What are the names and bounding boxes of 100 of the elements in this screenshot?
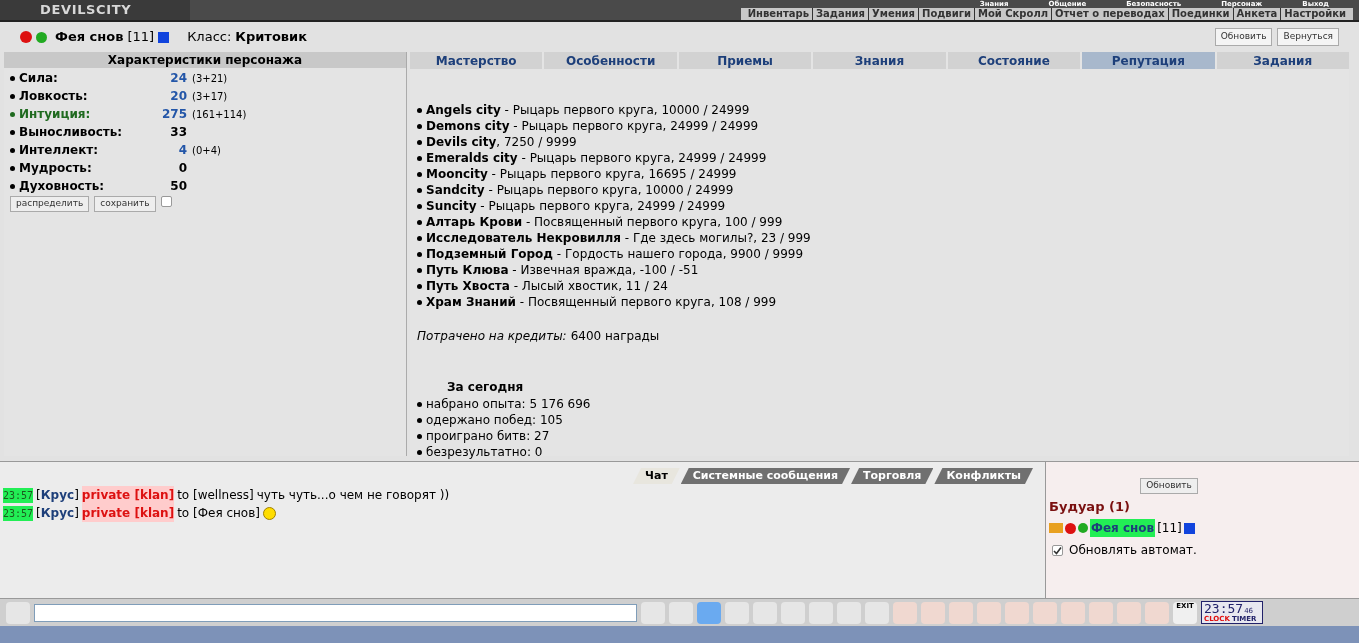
recipient: to [Фея снов] <box>177 505 260 522</box>
stat-line: набрано опыта: 5 176 696 <box>426 396 591 412</box>
tab[interactable]: Приемы <box>678 52 812 69</box>
recipient: to [wellness] <box>177 487 254 504</box>
panel-button[interactable]: распределить <box>10 196 90 212</box>
reputation-entry: Demons city - Рыцарь первого круга, 24999 / 24999 <box>426 118 759 134</box>
menu-link[interactable]: Умения <box>868 8 919 20</box>
tab[interactable]: Репутация <box>1082 52 1215 69</box>
stat-value: 4 <box>177 142 187 159</box>
reputation-entry: Путь Хвоста - Лысый хвостик, 11 / 24 <box>426 278 668 294</box>
checkbox[interactable] <box>1052 544 1063 556</box>
panel-button[interactable]: сохранить <box>94 196 156 212</box>
reputation-entry: Храм Знаний - Посвященный первого круга, 108 / 999 <box>426 294 777 310</box>
stat-value: 50 <box>169 178 187 195</box>
channel-label: private [klan] <box>81 486 175 504</box>
top-button[interactable]: Вернуться <box>1277 28 1339 46</box>
stat-bonus: (0+4) <box>192 143 221 158</box>
bullet-icon <box>10 183 15 189</box>
menu-link[interactable]: Подвиги <box>918 8 974 20</box>
stat-line: безрезультатно: 0 <box>426 444 543 460</box>
player-level: [11] <box>1157 520 1182 537</box>
character-name: Фея снов <box>55 28 124 47</box>
clock-time: 23:57 <box>1204 602 1244 615</box>
timestamp: 23:57 <box>3 487 34 503</box>
menu-link[interactable]: Анкета <box>1232 8 1281 20</box>
panel-title: Характеристики персонажа <box>4 52 406 68</box>
stat-label: Духовность: <box>19 178 106 195</box>
bullet-icon <box>417 139 422 145</box>
reputation-entry: Sandcity - Рыцарь первого круга, 10000 / 24999 <box>426 182 734 198</box>
menu-link[interactable]: Задания <box>812 8 869 20</box>
bullet-icon <box>417 449 422 455</box>
stat-value: 24 <box>169 70 187 87</box>
top-button[interactable]: Обновить <box>1214 28 1273 46</box>
bullet-icon <box>417 251 422 257</box>
bullet-icon <box>417 187 422 193</box>
bullet-icon <box>10 111 15 117</box>
bullet-icon <box>10 129 15 135</box>
chat-tab[interactable]: Конфликты <box>934 468 1033 484</box>
player-name[interactable]: Фея снов <box>1090 519 1156 537</box>
reputation-entry: Suncity - Рыцарь первого круга, 24999 / 24999 <box>426 198 726 214</box>
bullet-icon <box>417 123 422 129</box>
chat-input[interactable] <box>34 603 637 622</box>
menu-link[interactable]: Мой Скролл <box>973 8 1052 20</box>
reputation-entry: Devils city, 7250 / 9999 <box>426 134 577 150</box>
room-title: Будуар (1) <box>1049 497 1131 516</box>
bullet-icon <box>417 203 422 209</box>
menu-link[interactable]: Отчет о переводах <box>1051 8 1168 20</box>
bullet-icon <box>417 107 422 113</box>
menu-link[interactable]: Поединки <box>1167 8 1233 20</box>
section-title: За сегодня <box>446 379 525 396</box>
bullet-icon <box>417 299 422 305</box>
chat-message: чуть чуть...о чем не говорят )) <box>256 487 450 504</box>
bullet-icon <box>417 219 422 225</box>
reputation-entry: Angels city - Рыцарь первого круга, 10000 / 24999 <box>426 102 750 118</box>
stat-label: Мудрость: <box>19 160 93 177</box>
chat-tab[interactable]: Торговля <box>851 468 934 484</box>
logo: DEVILSCITY <box>0 0 190 20</box>
chat-tab[interactable]: Системные сообщения <box>680 468 851 484</box>
sender-name[interactable]: [Крус] <box>36 504 79 522</box>
stat-value: 20 <box>169 88 187 105</box>
tab[interactable]: Мастерство <box>410 52 543 69</box>
bullet-icon <box>417 417 422 423</box>
bullet-icon <box>10 93 15 99</box>
stat-bonus: (3+21) <box>192 71 228 86</box>
stat-label: Интеллект: <box>19 142 100 159</box>
menu-link[interactable]: Инвентарь <box>744 8 812 20</box>
checkbox-label: Обновлять автомат. <box>1069 542 1197 559</box>
tab[interactable]: Знания <box>813 52 946 69</box>
channel-label: private [klan] <box>81 504 175 522</box>
stat-bonus: (3+17) <box>192 89 228 104</box>
stat-line: одержано побед: 105 <box>426 412 563 428</box>
bullet-icon <box>10 165 15 171</box>
stat-label: Выносливость: <box>19 124 124 141</box>
stat-label: Интуиция: <box>19 106 92 123</box>
bullet-icon <box>417 267 422 273</box>
timestamp: 23:57 <box>3 505 34 521</box>
refresh-button[interactable]: Обновить <box>1140 478 1198 494</box>
stat-value: 33 <box>169 124 187 141</box>
tab[interactable]: Особенности <box>544 52 677 69</box>
reputation-entry: Подземный Город - Гордость нашего города, 9900 / 9999 <box>426 246 804 262</box>
bullet-icon <box>417 283 422 289</box>
tab[interactable]: Состояние <box>947 52 1081 69</box>
reputation-entry: Исследователь Некровилля - Где здесь могилы?, 23 / 999 <box>426 230 811 246</box>
credits-value: 6400 награды <box>570 328 660 345</box>
stat-label: Ловкость: <box>19 88 89 105</box>
bullet-icon <box>10 147 15 153</box>
bullet-icon <box>417 401 422 407</box>
character-level: [11] <box>127 28 155 47</box>
stat-label: Сила: <box>19 70 59 87</box>
tab[interactable]: Задания <box>1216 52 1349 69</box>
stat-bonus: (161+114) <box>192 107 247 122</box>
sender-name[interactable]: [Крус] <box>36 486 79 504</box>
chat-tab[interactable]: Чат <box>633 468 680 484</box>
reputation-entry: Emeralds city - Рыцарь первого круга, 24999 / 24999 <box>426 150 767 166</box>
class-label: Класс: <box>187 28 232 47</box>
bullet-icon <box>10 75 15 81</box>
reputation-entry: Путь Клюва - Извечная вражда, -100 / -51 <box>426 262 699 278</box>
checkbox[interactable] <box>160 196 172 207</box>
stat-line: проиграно битв: 27 <box>426 428 550 444</box>
menu-link[interactable]: Настройки <box>1280 8 1349 20</box>
